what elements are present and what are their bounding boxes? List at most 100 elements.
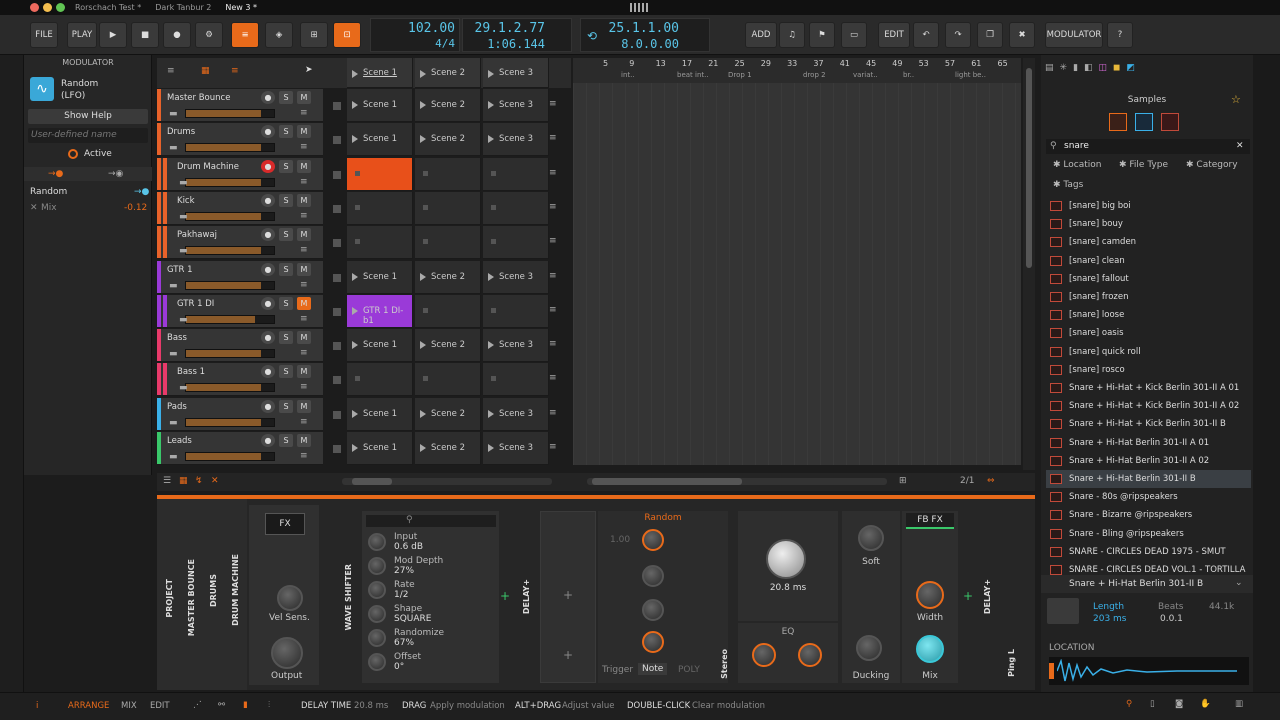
device-icon[interactable]: ◙: [1175, 699, 1183, 709]
smooth-knob[interactable]: [642, 599, 664, 621]
track-name[interactable]: GTR 1 DI: [177, 299, 214, 309]
sample-result[interactable]: SNARE - CIRCLES DEAD VOL.1 - TORTILLA: [1046, 561, 1251, 575]
cue-marker[interactable]: Drop 1: [728, 71, 752, 79]
clip-slot[interactable]: Scene 1: [347, 397, 413, 431]
volume-fader[interactable]: [185, 143, 275, 153]
clip-slot[interactable]: [415, 226, 481, 260]
clip-slot[interactable]: Scene 1: [347, 329, 413, 363]
loop-icon[interactable]: ⟲: [587, 29, 597, 43]
random-knob[interactable]: [642, 529, 664, 551]
time-signature[interactable]: 4/4: [435, 37, 455, 50]
link-icon[interactable]: ⚯: [218, 700, 225, 710]
param-knob[interactable]: [368, 629, 386, 647]
track-header[interactable]: GTR 1 ● S M ▬ ≡: [157, 260, 323, 294]
clear-icon[interactable]: ✕: [211, 476, 219, 486]
filter-file-type[interactable]: ✱ File Type: [1119, 160, 1168, 170]
clip-slot[interactable]: [483, 363, 549, 397]
volume-fader[interactable]: [185, 314, 275, 324]
eq-high-knob[interactable]: [798, 643, 822, 667]
track-header[interactable]: Pads ● S M ▬ ≡: [157, 397, 323, 431]
fx-button[interactable]: FX: [265, 513, 305, 535]
filter-location[interactable]: ✱ Location: [1053, 160, 1101, 170]
clip-slot[interactable]: [483, 191, 549, 225]
solo-button[interactable]: S: [279, 365, 293, 379]
user-name-field[interactable]: User-defined name: [28, 128, 148, 143]
clip-slot[interactable]: Scene 2: [415, 432, 481, 465]
clip-slot[interactable]: Scene 3: [483, 89, 549, 122]
keyboard-button[interactable]: ♫: [779, 22, 805, 48]
sample-result[interactable]: Snare - 80s @ripspeakers: [1046, 488, 1251, 506]
folder-icon[interactable]: ▬: [179, 315, 188, 325]
device-param[interactable]: Offset 0°: [366, 651, 494, 673]
route-icon[interactable]: ↯: [195, 476, 203, 486]
view-icon[interactable]: ▦: [179, 476, 188, 486]
stop-button[interactable]: ■: [131, 22, 159, 48]
hand-icon[interactable]: ✋: [1200, 699, 1211, 709]
track-header[interactable]: Pakhawaj ● S M ▬ ≡: [157, 226, 323, 260]
stop-clip-icon[interactable]: [333, 239, 341, 248]
info-icon[interactable]: ⅰ: [36, 701, 38, 711]
scene-header[interactable]: Scene 2: [415, 58, 481, 88]
add-device-icon[interactable]: +: [963, 589, 973, 603]
tempo-display[interactable]: 102.00 4/4: [370, 18, 460, 52]
remove-icon[interactable]: ✕: [30, 203, 38, 213]
loop-length[interactable]: 8.0.0.00: [621, 37, 679, 51]
mixer-icon[interactable]: ⫶: [268, 700, 270, 710]
clip-slot[interactable]: Scene 3: [483, 123, 549, 157]
sample-result[interactable]: Snare + Hi-Hat + Kick Berlin 301-II B: [1046, 415, 1251, 433]
sample-result[interactable]: SNARE - CIRCLES DEAD 1975 - SMUT: [1046, 543, 1251, 561]
sample-result[interactable]: Snare + Hi-Hat Berlin 301-II B: [1046, 470, 1251, 488]
mix-tab[interactable]: MIX: [121, 701, 137, 711]
empty-slot-icon[interactable]: [491, 170, 496, 176]
follow-icon[interactable]: ⇔: [987, 476, 995, 486]
track-menu-icon[interactable]: ≡: [300, 142, 308, 152]
delete-button[interactable]: ✖: [1009, 22, 1035, 48]
fit-icon[interactable]: ⊞: [899, 476, 907, 486]
track-header[interactable]: Bass 1 ● S M ▬ ≡: [157, 363, 323, 397]
device-param[interactable]: Randomize 67%: [366, 627, 494, 649]
ducking-knob[interactable]: [856, 635, 882, 661]
volume-fader[interactable]: [185, 211, 275, 221]
record-button[interactable]: ●: [163, 22, 191, 48]
add-button[interactable]: ADD: [745, 22, 777, 48]
folder-icon[interactable]: ▬: [169, 452, 178, 462]
browser-user-icon[interactable]: ◼: [1113, 63, 1120, 73]
solo-button[interactable]: S: [279, 434, 293, 447]
sample-result[interactable]: Snare + Hi-Hat Berlin 301-II A 01: [1046, 434, 1251, 452]
clip-slot[interactable]: [483, 226, 549, 260]
sample-result[interactable]: [snare] bouy: [1046, 215, 1251, 233]
record-arm-button[interactable]: ●: [261, 228, 275, 242]
browser-device-icon[interactable]: ▤: [1045, 63, 1054, 73]
empty-slot-icon[interactable]: [491, 204, 496, 210]
track-menu-icon[interactable]: ≡: [167, 66, 175, 76]
mute-button[interactable]: M: [297, 434, 311, 447]
add-modulator-icon[interactable]: +: [563, 588, 573, 602]
stop-clip-icon[interactable]: [333, 204, 341, 213]
sample-result[interactable]: Snare - Bling @ripspeakers: [1046, 525, 1251, 543]
mute-button[interactable]: M: [297, 365, 311, 379]
chevron-down-icon[interactable]: ⌄: [1235, 578, 1243, 588]
scene-menu-icon[interactable]: ≡: [549, 202, 557, 212]
track-menu-icon[interactable]: ≡: [300, 177, 308, 187]
clip-slot[interactable]: Scene 1: [347, 260, 413, 294]
clip-slot[interactable]: Scene 3: [483, 432, 549, 465]
clip-slot[interactable]: Scene 2: [415, 123, 481, 157]
stop-clip-icon[interactable]: [333, 410, 341, 419]
track-header[interactable]: GTR 1 DI ● S M ▬ ≡: [157, 294, 323, 328]
cue-marker[interactable]: beat int..: [677, 71, 709, 79]
output-knob[interactable]: [271, 637, 303, 669]
empty-slot-icon[interactable]: [355, 204, 360, 210]
mute-button[interactable]: M: [297, 228, 311, 242]
mute-button[interactable]: M: [297, 159, 311, 173]
section-master-bounce[interactable]: MASTER BOUNCE: [187, 559, 196, 636]
track-header[interactable]: Drum Machine ● S M ▬ ≡: [157, 157, 323, 191]
empty-slot-icon[interactable]: [423, 376, 428, 382]
sample-result[interactable]: [snare] clean: [1046, 252, 1251, 270]
clip-slot[interactable]: Scene 3: [483, 329, 549, 363]
track-header[interactable]: Kick ● S M ▬ ≡: [157, 191, 323, 225]
sample-result[interactable]: [snare] oasis: [1046, 324, 1251, 342]
clip-slot[interactable]: Scene 2: [415, 397, 481, 431]
solo-button[interactable]: S: [279, 159, 293, 173]
redo-button[interactable]: ↷: [945, 22, 971, 48]
clip-slot[interactable]: [347, 226, 413, 260]
